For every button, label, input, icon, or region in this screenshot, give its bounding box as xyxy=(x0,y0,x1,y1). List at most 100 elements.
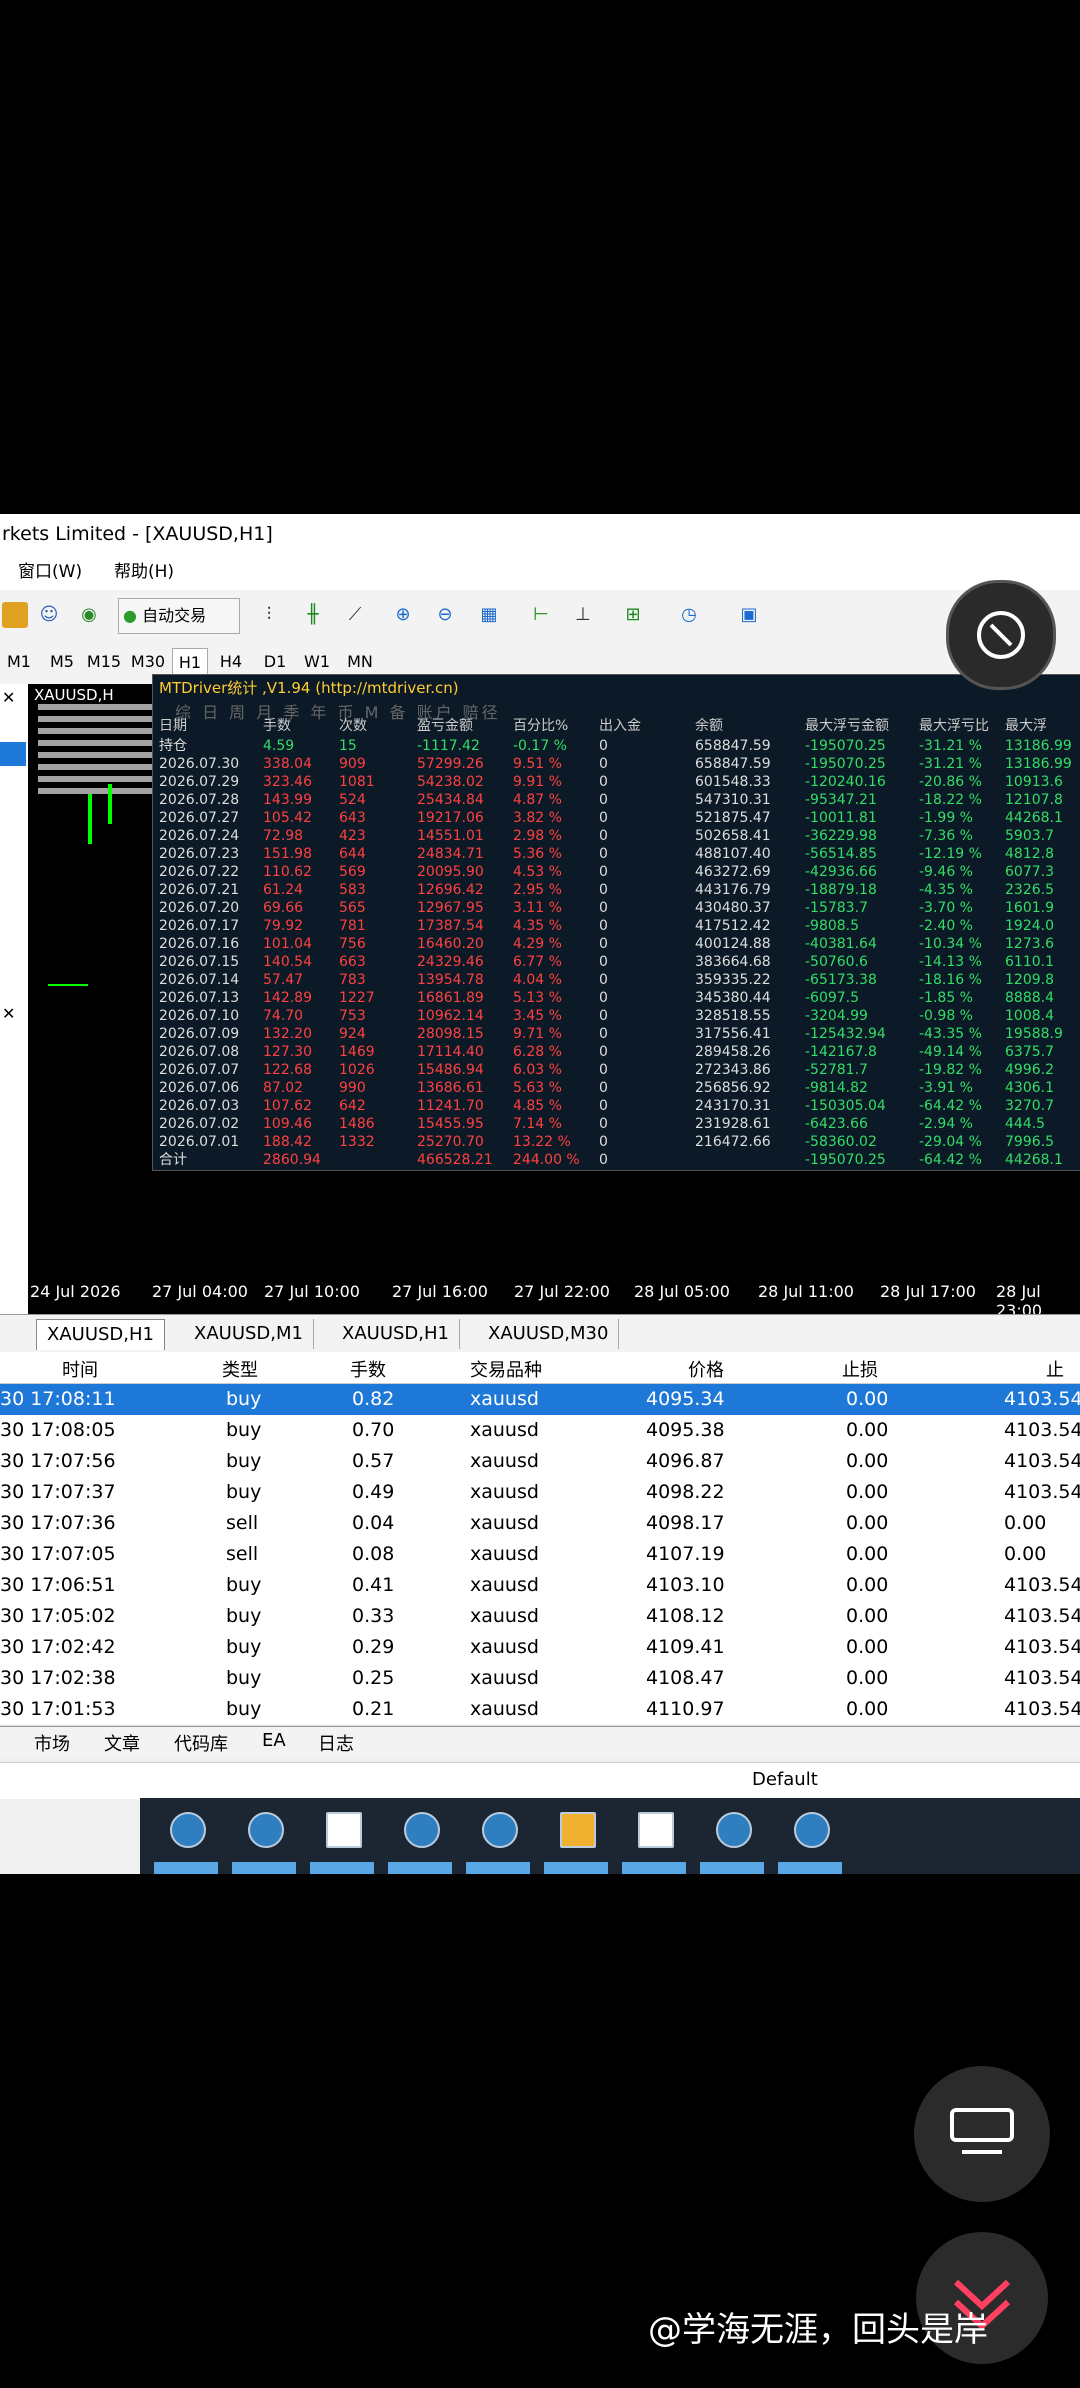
menu-item-window[interactable]: 窗口(W) xyxy=(18,554,82,590)
tab-ea[interactable]: EA xyxy=(262,1730,286,1751)
stats-cell: 2026.07.28 xyxy=(159,792,240,808)
col-lots: 手数 xyxy=(263,718,291,734)
col-time[interactable]: 时间 xyxy=(62,1356,98,1382)
table-row[interactable]: 30 17:07:05 sell 0.08 xauusd 4107.19 0.00 0.00 xyxy=(0,1539,1080,1571)
tf-m30[interactable]: M30 xyxy=(128,648,168,676)
chart-shift-icon[interactable]: ⊢ xyxy=(528,602,554,628)
tab-journal[interactable]: 日志 xyxy=(318,1730,354,1756)
stats-cell: -7.36 % xyxy=(919,828,973,844)
keyboard-button[interactable] xyxy=(914,2066,1050,2202)
col-max-float-loss: 最大浮亏金额 xyxy=(805,718,889,734)
menu-item-help[interactable]: 帮助(H) xyxy=(114,554,174,590)
table-row[interactable]: 30 17:07:37 buy 0.49 xauusd 4098.22 0.00 4103.… xyxy=(0,1477,1080,1509)
stats-cell: 417512.42 xyxy=(695,918,771,934)
col-volume[interactable]: 手数 xyxy=(350,1356,386,1382)
tab-codebase[interactable]: 代码库 xyxy=(174,1730,228,1756)
tf-m1[interactable]: M1 xyxy=(4,648,34,676)
user-icon[interactable]: ☺ xyxy=(36,602,62,628)
col-sl[interactable]: 止损 xyxy=(842,1356,878,1382)
table-row[interactable]: 30 17:08:05 buy 0.70 xauusd 4095.38 0.00 4103.… xyxy=(0,1415,1080,1447)
stats-cell: 2326.5 xyxy=(1005,882,1054,898)
close-icon[interactable]: ✕ xyxy=(2,1004,15,1023)
tile-windows-icon[interactable]: ▦ xyxy=(476,602,502,628)
stats-cell: 28098.15 xyxy=(417,1026,484,1042)
indicators-icon[interactable]: ⊞ xyxy=(620,602,646,628)
stats-cell: 122.68 xyxy=(263,1062,312,1078)
time-tick: 24 Jul 2026 xyxy=(30,1282,121,1301)
tf-m5[interactable]: M5 xyxy=(44,648,80,676)
taskbar-app-mt4[interactable] xyxy=(232,1806,296,1874)
stats-cell: 0 xyxy=(599,990,608,1006)
tf-m15[interactable]: M15 xyxy=(84,648,124,676)
order-cell: xauusd xyxy=(470,1512,539,1534)
stats-cell: -14.13 % xyxy=(919,954,982,970)
tf-mn[interactable]: MN xyxy=(342,648,378,676)
col-type[interactable]: 类型 xyxy=(222,1356,258,1382)
order-cell: 0.00 xyxy=(846,1388,889,1410)
table-row[interactable]: 30 17:02:38 buy 0.25 xauusd 4108.47 0.00 4103.… xyxy=(0,1663,1080,1695)
stats-cell: 7.14 % xyxy=(513,1116,562,1132)
autoscroll-icon[interactable]: ⊥ xyxy=(570,602,596,628)
tf-w1[interactable]: W1 xyxy=(300,648,334,676)
tab-articles[interactable]: 文章 xyxy=(104,1730,140,1756)
taskbar-app-gtc[interactable] xyxy=(622,1806,686,1874)
stats-cell: 107.62 xyxy=(263,1098,312,1114)
stats-cell: 216472.66 xyxy=(695,1134,771,1150)
line-chart-icon[interactable]: ⟋ xyxy=(342,602,368,628)
stats-cell: -1.99 % xyxy=(919,810,973,826)
stats-cell: -10011.81 xyxy=(805,810,877,826)
chart-tab[interactable]: XAUUSD,H1 xyxy=(332,1319,460,1349)
selected-item[interactable] xyxy=(0,742,26,766)
taskbar-app-mt4[interactable] xyxy=(778,1806,842,1874)
status-bar: Default xyxy=(0,1762,1080,1799)
col-symbol[interactable]: 交易品种 xyxy=(470,1356,542,1382)
col-balance: 余额 xyxy=(695,718,723,734)
stats-cell: 10962.14 xyxy=(417,1008,484,1024)
taskbar-app-mt4[interactable] xyxy=(466,1806,530,1874)
stats-cell: -29.04 % xyxy=(919,1134,982,1150)
table-row[interactable]: 30 17:08:11 buy 0.82 xauusd 4095.34 0.00 4103.… xyxy=(0,1384,1080,1416)
table-row[interactable]: 30 17:01:53 buy 0.21 xauusd 4110.97 0.00 4103.… xyxy=(0,1694,1080,1726)
folder-icon[interactable] xyxy=(2,602,28,628)
table-row[interactable]: 30 17:07:56 buy 0.57 xauusd 4096.87 0.00 4103.… xyxy=(0,1446,1080,1478)
clip-button[interactable] xyxy=(946,580,1056,690)
autotrade-button[interactable]: ● 自动交易 xyxy=(118,598,240,634)
col-price[interactable]: 价格 xyxy=(688,1356,724,1382)
taskbar-app-file[interactable] xyxy=(310,1806,374,1874)
table-row[interactable]: 30 17:02:42 buy 0.29 xauusd 4109.41 0.00 4103.… xyxy=(0,1632,1080,1664)
chart-tab[interactable]: XAUUSD,M30 xyxy=(478,1319,620,1349)
candlestick-icon[interactable]: ╫ xyxy=(300,602,326,628)
mt4-icon xyxy=(248,1812,284,1848)
chart-tab[interactable]: XAUUSD,H1 xyxy=(36,1319,165,1350)
stats-cell: 5.36 % xyxy=(513,846,562,862)
stats-cell: 151.98 xyxy=(263,846,312,862)
stats-cell: 109.46 xyxy=(263,1116,312,1132)
stats-cell: 521875.47 xyxy=(695,810,771,826)
order-cell: 0.00 xyxy=(846,1450,889,1472)
globe-icon[interactable]: ◉ xyxy=(76,602,102,628)
zoom-out-icon[interactable]: ⊖ xyxy=(432,602,458,628)
table-row[interactable]: 30 17:05:02 buy 0.33 xauusd 4108.12 0.00 4103.… xyxy=(0,1601,1080,1633)
taskbar-app-mt4[interactable] xyxy=(700,1806,764,1874)
order-cell: 30 17:02:42 xyxy=(0,1636,116,1658)
stats-cell: 13186.99 xyxy=(1005,738,1072,754)
close-icon[interactable]: ✕ xyxy=(2,688,15,707)
tf-h4[interactable]: H4 xyxy=(214,648,248,676)
taskbar-app-mt4[interactable] xyxy=(154,1806,218,1874)
stats-cell: 990 xyxy=(339,1080,366,1096)
table-row[interactable]: 30 17:07:36 sell 0.04 xauusd 4098.17 0.00 0.00 xyxy=(0,1508,1080,1540)
taskbar-app-mt4[interactable] xyxy=(388,1806,452,1874)
table-row[interactable]: 30 17:06:51 buy 0.41 xauusd 4103.10 0.00 4103.… xyxy=(0,1570,1080,1602)
taskbar-app-explorer[interactable] xyxy=(544,1806,608,1874)
tab-market[interactable]: 市场 xyxy=(34,1730,70,1756)
navigator-panel[interactable]: ✕ ✕ xyxy=(0,684,29,1364)
zoom-in-icon[interactable]: ⊕ xyxy=(390,602,416,628)
chart-tab[interactable]: XAUUSD,M1 xyxy=(184,1319,314,1349)
templates-icon[interactable]: ▣ xyxy=(736,602,762,628)
periods-clock-icon[interactable]: ◷ xyxy=(676,602,702,628)
tf-d1[interactable]: D1 xyxy=(258,648,292,676)
stats-cell: 524 xyxy=(339,792,366,808)
order-cell: xauusd xyxy=(470,1388,539,1410)
bar-chart-icon[interactable]: ⫶ xyxy=(256,602,282,628)
stats-cell: 16460.20 xyxy=(417,936,484,952)
